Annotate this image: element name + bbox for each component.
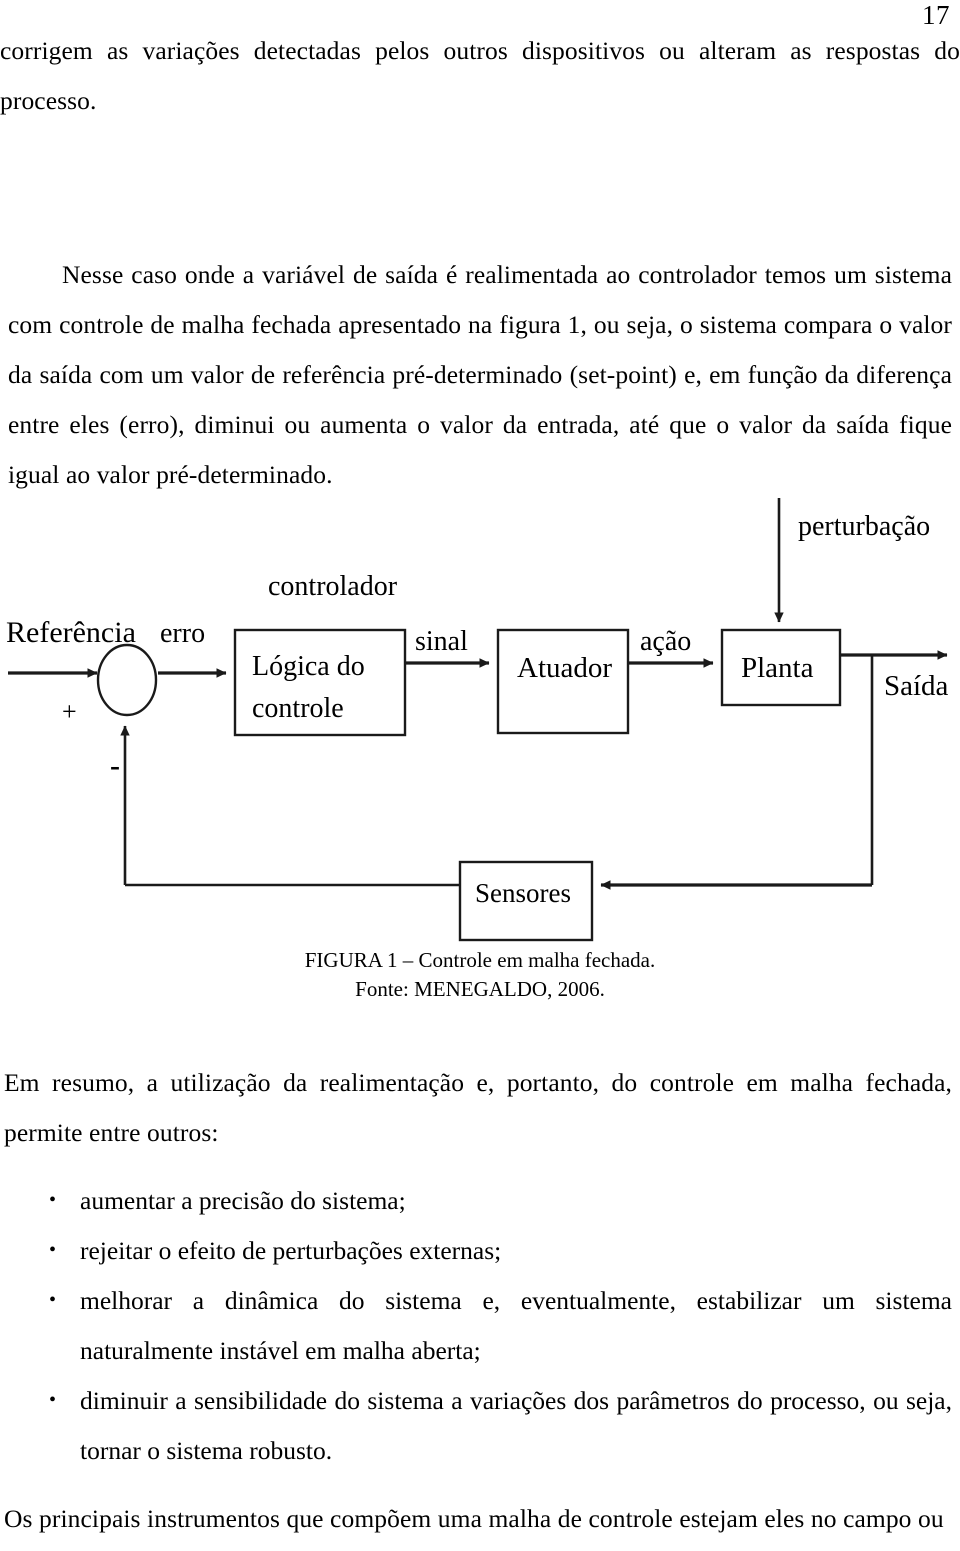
list-item: diminuir a sensibilidade do sistema a va…: [4, 1375, 952, 1476]
benefits-list: aumentar a precisão do sistema; rejeitar…: [4, 1175, 952, 1476]
paragraph-closed-loop: Nesse caso onde a variável de saída é re…: [8, 259, 952, 489]
list-item: melhorar a dinâmica do sistema e, eventu…: [4, 1275, 952, 1376]
label-error: erro: [160, 618, 205, 649]
label-disturbance: perturbação: [798, 511, 930, 542]
figure-closed-loop-control: Referência erro + - controlador Lógica d…: [0, 470, 960, 950]
label-reference: Referência: [6, 616, 136, 649]
label-minus-sign: -: [110, 749, 120, 782]
label-controller-group: controlador: [268, 571, 398, 602]
paragraph-intro: corrigem as variações detectadas pelos o…: [0, 35, 960, 115]
label-control-logic-line2: controle: [252, 693, 344, 724]
label-plant: Planta: [741, 652, 814, 684]
label-control-logic-line1: Lógica do: [252, 651, 365, 682]
paragraph-summary: Em resumo, a utilização da realimentação…: [4, 1067, 952, 1147]
list-item: aumentar a precisão do sistema;: [4, 1175, 952, 1226]
summing-junction: [96, 643, 158, 717]
block-diagram-svg: Referência erro + - controlador Lógica d…: [6, 498, 949, 942]
label-sensors: Sensores: [475, 878, 571, 908]
label-output: Saída: [884, 670, 949, 702]
paragraph-instruments: Os principais instrumentos que compõem u…: [4, 1503, 944, 1533]
figure-caption: FIGURA 1 – Controle em malha fechada. Fo…: [0, 946, 960, 1004]
label-action: ação: [640, 626, 691, 657]
figure-caption-title: FIGURA 1 – Controle em malha fechada.: [304, 948, 656, 972]
document-page: 17 corrigem as variações detectadas pelo…: [0, 0, 960, 1551]
label-signal: sinal: [415, 626, 468, 657]
label-plus-sign: +: [62, 697, 77, 726]
label-actuator: Atuador: [517, 652, 612, 684]
list-item: rejeitar o efeito de perturbações extern…: [4, 1225, 952, 1276]
figure-caption-source: Fonte: MENEGALDO, 2006.: [355, 977, 605, 1001]
